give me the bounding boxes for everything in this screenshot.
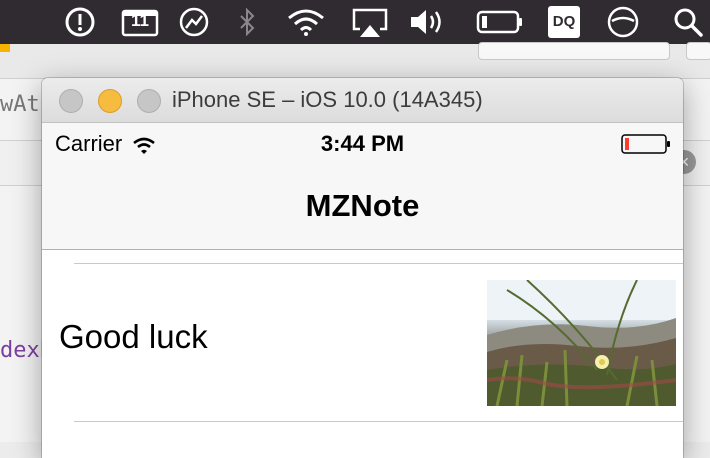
cell-separator-bottom <box>74 421 683 422</box>
ios-battery-icon <box>621 133 671 160</box>
nav-title: MZNote <box>305 188 420 223</box>
close-button[interactable] <box>59 89 83 113</box>
background-toolbar-button[interactable] <box>478 42 670 60</box>
time-machine-icon[interactable] <box>176 0 212 44</box>
ios-navigation-bar: MZNote <box>42 163 683 250</box>
volume-icon[interactable] <box>408 0 448 44</box>
minimize-button[interactable] <box>98 89 122 113</box>
ios-status-bar: Carrier 3:44 PM <box>42 123 683 163</box>
zoom-button[interactable] <box>137 89 161 113</box>
calendar-icon[interactable]: 11 <box>120 0 160 44</box>
ios-screen: Carrier 3:44 PM MZNote Good luck <box>42 123 683 458</box>
spotlight-icon[interactable] <box>670 0 706 44</box>
background-toolbar <box>0 42 710 79</box>
dq-icon[interactable]: DQ <box>546 0 582 44</box>
battery-icon[interactable] <box>474 0 526 44</box>
simulator-title: iPhone SE – iOS 10.0 (14A345) <box>172 87 483 112</box>
bluetooth-icon[interactable] <box>232 0 262 44</box>
dq-badge: DQ <box>548 6 580 38</box>
clock-icon[interactable] <box>604 0 642 44</box>
lastpass-icon[interactable] <box>62 0 98 44</box>
simulator-window: iPhone SE – iOS 10.0 (14A345) Carrier 3:… <box>42 78 683 458</box>
calendar-day: 11 <box>131 11 149 30</box>
status-time: 3:44 PM <box>320 131 405 156</box>
background-tab-indicator <box>0 44 10 52</box>
wifi-icon[interactable] <box>284 0 328 44</box>
background-toolbar-button-right[interactable] <box>686 42 710 60</box>
menu-bar: 11 DQ <box>0 0 710 44</box>
photo-thumbnail <box>487 280 676 406</box>
simulator-titlebar[interactable]: iPhone SE – iOS 10.0 (14A345) <box>42 78 683 123</box>
cell-title-label: Good luck <box>59 318 208 355</box>
airplay-icon[interactable] <box>350 0 390 44</box>
